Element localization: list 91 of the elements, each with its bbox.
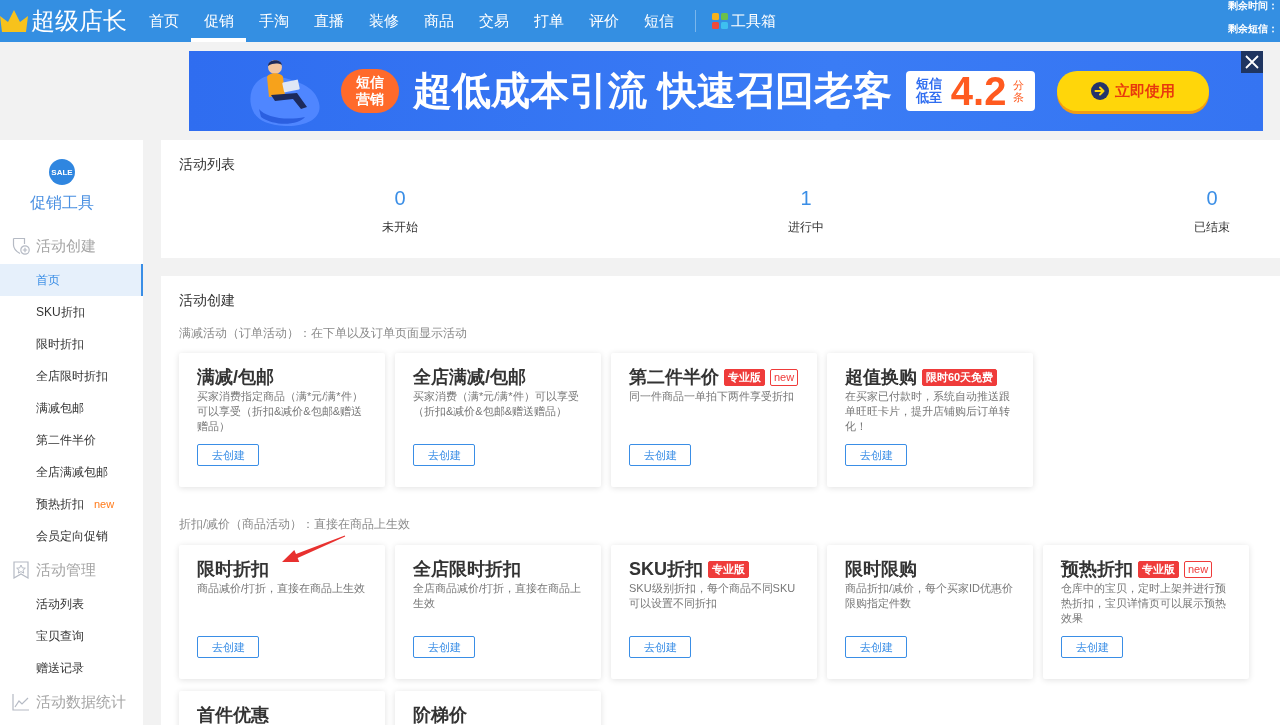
card-title: SKU折扣 <box>629 558 703 580</box>
sidebar-item[interactable]: 第二件半价 <box>0 424 143 456</box>
card-title: 限时折扣 <box>197 558 269 580</box>
nav-tab[interactable]: 直播 <box>301 0 356 42</box>
new-tag: new <box>1184 560 1213 578</box>
sidebar-section-title: 活动管理 <box>36 560 96 580</box>
card-title: 全店满减/包邮 <box>413 366 526 388</box>
sale-badge: SALE <box>49 159 75 185</box>
sidebar-item[interactable]: 预热折扣 new <box>0 488 143 520</box>
sidebar-item[interactable]: 全店满减包邮 <box>0 456 143 488</box>
nav-tab[interactable]: 促销 <box>191 0 246 42</box>
card-description: 买家消费（满*元/满*件）可以享受（折扣&减价&包邮&赠送赠品） <box>413 389 580 419</box>
create-button[interactable]: 去创建 <box>629 444 691 466</box>
create-button[interactable]: 去创建 <box>197 636 259 658</box>
close-button[interactable] <box>1241 51 1263 73</box>
sidebar-item[interactable]: 全店限时折扣 <box>0 360 143 392</box>
edition-tag: 专业版 <box>708 560 749 578</box>
edition-tag: 专业版 <box>724 368 765 386</box>
card-description: SKU级别折扣，每个商品不同SKU可以设置不同折扣 <box>629 581 797 611</box>
line-chart-icon <box>12 693 30 711</box>
sidebar-item[interactable]: 宝贝查询 <box>0 620 143 652</box>
card-description: 买家消费指定商品（满*元/满*件）可以享受（折扣&减价&包邮&赠送赠品） <box>197 389 364 434</box>
card-title: 预热折扣 <box>1061 558 1133 580</box>
card-title: 满减/包邮 <box>197 366 274 388</box>
card-description: 同一件商品一单拍下两件享受折扣 <box>629 389 795 404</box>
bookmark-star-icon <box>12 561 30 579</box>
create-button[interactable]: 去创建 <box>845 636 907 658</box>
create-button[interactable]: 去创建 <box>413 444 475 466</box>
logo-text: 超级店长 <box>31 7 127 35</box>
card-description: 商品减价/打折，直接在商品上生效 <box>197 581 367 596</box>
group-caption: 满减活动（订单活动）：在下单以及订单页面显示活动 <box>179 325 468 342</box>
price-value: 4.2 <box>950 71 1007 111</box>
panel-title: 活动列表 <box>179 155 236 174</box>
crown-icon <box>0 9 28 33</box>
stat-label: 未开始 <box>382 219 418 236</box>
nav-tab[interactable]: 商品 <box>411 0 466 42</box>
stat-label: 进行中 <box>788 219 824 236</box>
edition-tag: 专业版 <box>1138 560 1179 578</box>
panel-title: 活动创建 <box>179 291 236 310</box>
price-unit: 分条 <box>1013 79 1026 103</box>
edition-tag: 限时60天免费 <box>922 368 998 386</box>
create-button[interactable]: 去创建 <box>197 444 259 466</box>
stat-value: 0 <box>1206 186 1218 211</box>
card-title: 首件优惠 <box>197 704 269 725</box>
nav-tab[interactable]: 首页 <box>136 0 191 42</box>
card-title: 第二件半价 <box>629 366 719 388</box>
stat-value: 0 <box>394 186 406 211</box>
close-icon <box>1245 55 1259 69</box>
nav-tab[interactable]: 打单 <box>521 0 576 42</box>
stat-label: 已结束 <box>1194 219 1230 236</box>
tiles-icon <box>712 13 728 29</box>
card-description: 在买家已付款时，系统自动推送跟单旺旺卡片，提升店铺购后订单转化！ <box>845 389 1011 434</box>
nav-tab[interactable]: 评价 <box>576 0 631 42</box>
card-title: 阶梯价 <box>413 704 467 725</box>
sidebar-item[interactable]: 赠送记录 <box>0 652 143 684</box>
card-description: 商品折扣/减价，每个买家ID优惠价限购指定件数 <box>845 581 1015 611</box>
sidebar-item[interactable]: 活动列表 <box>0 588 143 620</box>
use-now-button[interactable]: 立即使用 <box>1057 71 1210 111</box>
sidebar-item[interactable]: 满减包邮 <box>0 392 143 424</box>
toolbox-link[interactable]: 工具箱 <box>712 0 776 42</box>
nav-tab[interactable]: 交易 <box>466 0 521 42</box>
sidebar-item[interactable]: 首页 <box>0 264 143 296</box>
create-button[interactable]: 去创建 <box>629 636 691 658</box>
card-title: 限时限购 <box>845 558 917 580</box>
new-tag: new <box>770 368 799 386</box>
banner-headline: 超低成本引流 快速召回老客 <box>413 69 892 113</box>
price-label: 短信低至 <box>915 77 943 105</box>
nav-tab[interactable]: 装修 <box>356 0 411 42</box>
arrow-circle-icon <box>1091 82 1110 100</box>
card-description: 仓库中的宝贝，定时上架并进行预热折扣，宝贝详情页可以展示预热效果 <box>1061 581 1227 626</box>
sidebar-item[interactable]: SKU折扣 <box>0 296 143 328</box>
create-button[interactable]: 去创建 <box>845 444 907 466</box>
banner-badge: 短信营销 <box>341 69 399 113</box>
sidebar-title: 促销工具 <box>30 193 94 213</box>
nav-tab[interactable]: 短信 <box>631 0 686 42</box>
new-tag: new <box>94 498 115 510</box>
sidebar-item[interactable]: 会员定向促销 <box>0 520 143 552</box>
account-info-text: 剩余短信： <box>1228 23 1279 34</box>
account-info-text: 剩余时间： <box>1228 0 1279 11</box>
card-title: 超值换购 <box>845 366 917 388</box>
sidebar-section-title: 活动数据统计 <box>36 692 126 712</box>
sidebar-item[interactable]: 限时折扣 <box>0 328 143 360</box>
group-caption: 折扣/减价（商品活动）：直接在商品上生效 <box>179 516 412 533</box>
nav-tab[interactable]: 手淘 <box>246 0 301 42</box>
create-button[interactable]: 去创建 <box>413 636 475 658</box>
card-title: 全店限时折扣 <box>413 558 521 580</box>
shield-plus-icon <box>12 237 30 255</box>
stat-value: 1 <box>800 186 812 211</box>
card-description: 全店商品减价/打折，直接在商品上生效 <box>413 581 583 611</box>
sidebar-section-title: 活动创建 <box>36 236 96 256</box>
create-button[interactable]: 去创建 <box>1061 636 1123 658</box>
